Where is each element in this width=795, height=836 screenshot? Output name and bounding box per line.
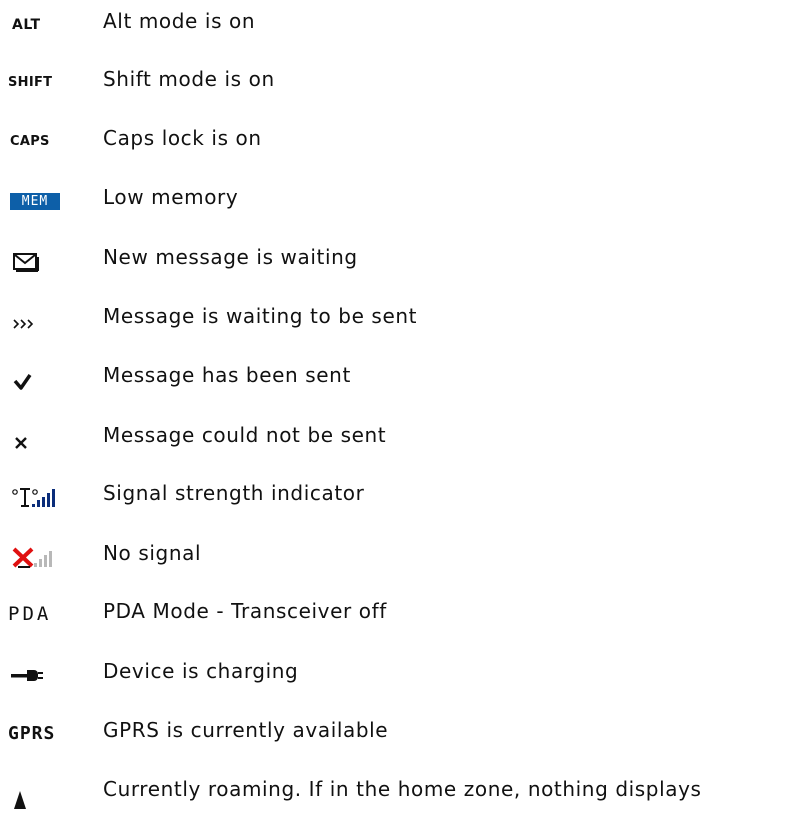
- mem-icon: MEM: [8, 176, 88, 226]
- legend-label-shift: Shift mode is on: [103, 67, 275, 91]
- legend-row-sending: Message is waiting to be sent: [0, 295, 795, 345]
- legend-row-no-signal: No signal: [0, 532, 795, 582]
- alt-icon-text: ALT: [12, 17, 41, 33]
- legend-label-signal: Signal strength indicator: [103, 481, 365, 505]
- legend-label-failed: Message could not be sent: [103, 423, 387, 447]
- legend-row-alt: ALT Alt mode is on: [0, 0, 795, 50]
- legend-row-roaming: Currently roaming. If in the home zone, …: [0, 768, 795, 818]
- envelope-icon: [8, 236, 88, 286]
- legend-row-sent: Message has been sent: [0, 354, 795, 404]
- pda-icon-text: PDA: [8, 603, 52, 625]
- caps-icon-text: CAPS: [10, 134, 50, 149]
- shift-icon: SHIFT: [8, 58, 88, 108]
- legend-label-caps: Caps lock is on: [103, 126, 262, 150]
- x-mark-icon: [8, 414, 88, 464]
- legend-label-sending: Message is waiting to be sent: [103, 304, 418, 328]
- sending-arrows-icon: [8, 295, 88, 345]
- legend-label-gprs: GPRS is currently available: [103, 718, 389, 742]
- legend-label-alt: Alt mode is on: [103, 9, 256, 33]
- pda-icon: PDA: [8, 590, 88, 640]
- legend-row-failed: Message could not be sent: [0, 414, 795, 464]
- legend-label-sent: Message has been sent: [103, 363, 351, 387]
- legend-label-no-signal: No signal: [103, 541, 202, 565]
- gprs-icon-text: GPRS: [8, 723, 56, 744]
- legend-row-charging: Device is charging: [0, 650, 795, 700]
- legend-row-signal: Signal strength indicator: [0, 472, 795, 522]
- legend-label-charging: Device is charging: [103, 659, 299, 683]
- legend-label-roaming: Currently roaming. If in the home zone, …: [103, 777, 702, 801]
- shift-icon-text: SHIFT: [8, 75, 53, 90]
- caps-icon: CAPS: [8, 117, 88, 167]
- charging-plug-icon: [8, 650, 88, 700]
- mem-badge: MEM: [10, 193, 60, 210]
- legend-row-caps: CAPS Caps lock is on: [0, 117, 795, 167]
- legend-label-mem: Low memory: [103, 185, 239, 209]
- legend-row-pda: PDA PDA Mode - Transceiver off: [0, 590, 795, 640]
- no-signal-icon: [8, 532, 88, 582]
- roaming-triangle-icon: [8, 768, 88, 818]
- legend-label-pda: PDA Mode - Transceiver off: [103, 599, 387, 623]
- legend-row-envelope: New message is waiting: [0, 236, 795, 286]
- legend-row-mem: MEM Low memory: [0, 176, 795, 226]
- legend-row-gprs: GPRS GPRS is currently available: [0, 709, 795, 759]
- gprs-icon: GPRS: [8, 709, 88, 759]
- checkmark-icon: [8, 354, 88, 404]
- signal-strength-icon: [8, 472, 88, 522]
- legend-label-envelope: New message is waiting: [103, 245, 358, 269]
- legend-row-shift: SHIFT Shift mode is on: [0, 58, 795, 108]
- alt-icon: ALT: [8, 0, 88, 50]
